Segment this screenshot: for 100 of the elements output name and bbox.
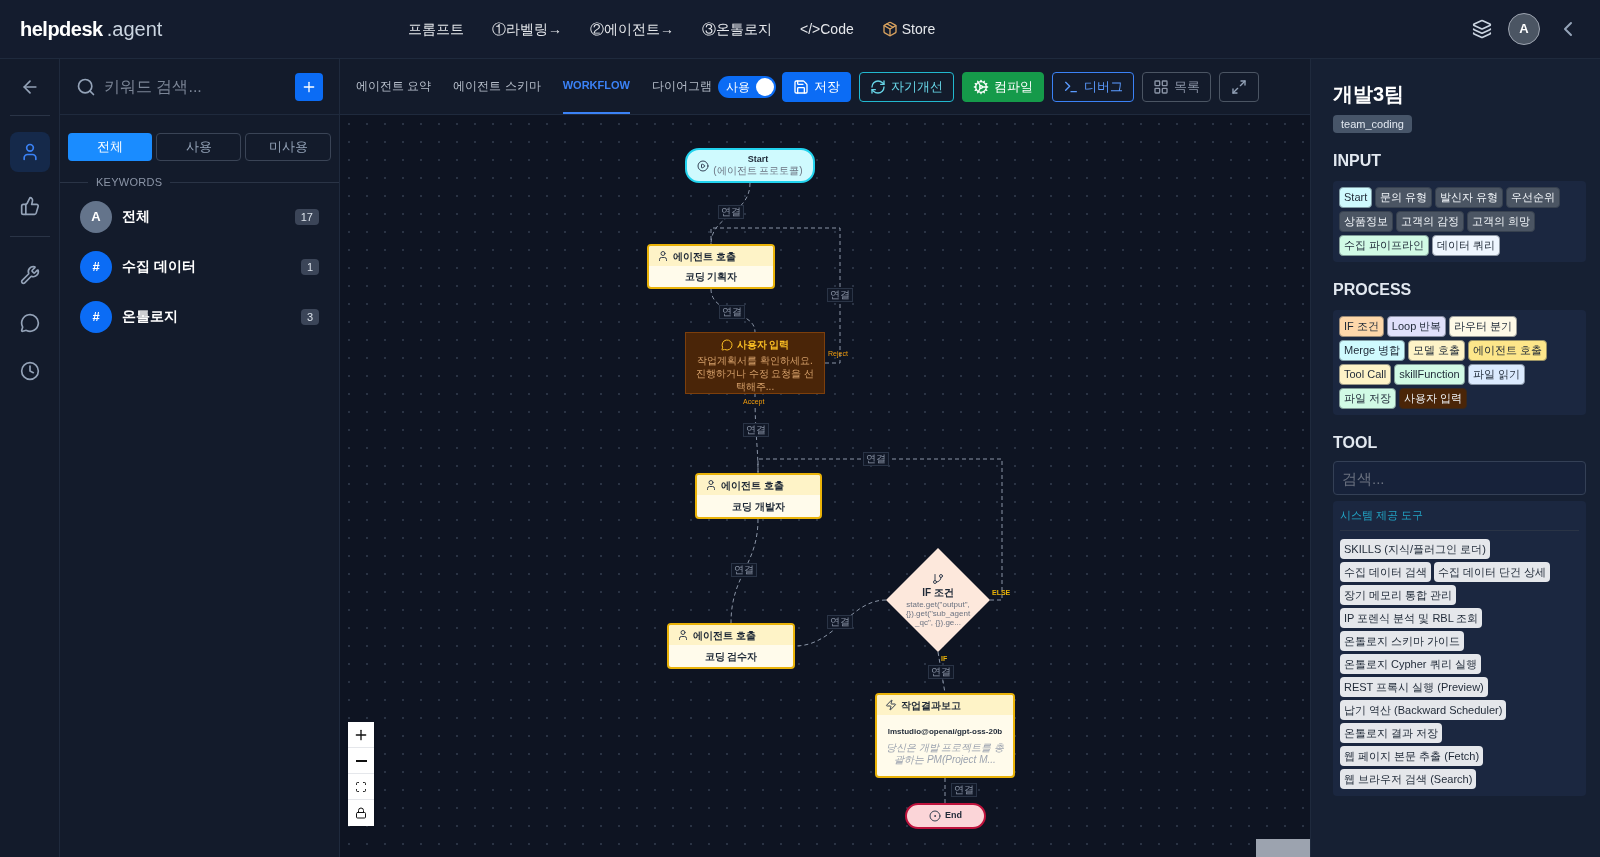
- view-tab[interactable]: 에이전트 요약: [356, 59, 432, 114]
- nav-link[interactable]: Store: [881, 18, 936, 40]
- count-badge: 1: [300, 258, 319, 275]
- node-label: 코딩 개발자: [732, 499, 785, 514]
- nav-link[interactable]: ①라벨링→: [492, 18, 562, 40]
- node-type-tag[interactable]: Tool Call: [1339, 364, 1392, 385]
- agent-node[interactable]: 에이전트 호출 코딩 기획자: [647, 244, 775, 289]
- nav-link[interactable]: </>Code: [800, 18, 854, 40]
- node-type-tag[interactable]: Start: [1339, 187, 1373, 208]
- node-type-tag[interactable]: 상품정보: [1339, 211, 1393, 232]
- lock-icon: [355, 807, 367, 819]
- toolbar-button[interactable]: 목록: [1141, 71, 1211, 102]
- logo-text: helpdesk: [20, 17, 103, 42]
- node-type-tag[interactable]: 우선순위: [1506, 187, 1561, 208]
- nav-link[interactable]: ③온톨로지: [702, 18, 772, 40]
- edge-label: 연결: [731, 563, 757, 577]
- chat-icon[interactable]: [19, 313, 40, 333]
- node-type-tag[interactable]: Merge 병합: [1339, 340, 1406, 361]
- section-title: INPUT: [1333, 151, 1382, 171]
- end-node[interactable]: End: [905, 803, 986, 829]
- node-type-tag[interactable]: IF 조건: [1339, 316, 1384, 337]
- node-type-tag[interactable]: 파일 저장: [1339, 388, 1397, 409]
- node-description: 당신은 개발 프로젝트를 총괄하는 PM(Project M...: [885, 741, 1005, 766]
- tool-group-label: 시스템 제공 도구: [1340, 501, 1579, 531]
- edge-label: 연결: [928, 665, 954, 679]
- keyword-item[interactable]: # 온톨로지 3: [80, 300, 319, 333]
- history-icon[interactable]: [19, 361, 40, 381]
- chat-icon: [720, 338, 733, 351]
- node-type-tag[interactable]: 발신자 유형: [1435, 187, 1504, 208]
- tool-chip[interactable]: IP 포렌식 분석 및 RBL 조회: [1340, 607, 1483, 628]
- filter-tab[interactable]: 미사용: [245, 133, 331, 161]
- tool-search-field[interactable]: 검색...: [1333, 461, 1586, 495]
- node-title: 사용자 입력: [736, 338, 790, 352]
- node-label: 코딩 검수자: [704, 649, 758, 664]
- condition-node[interactable]: [886, 548, 990, 652]
- keyword-search-field[interactable]: 키워드 검색...: [104, 74, 287, 99]
- node-type-tag[interactable]: Loop 반복: [1386, 316, 1447, 337]
- panel-title: 개발3팀: [1333, 82, 1406, 107]
- node-label: 코딩 기획자: [684, 270, 738, 284]
- agent-node[interactable]: 에이전트 호출 코딩 검수자: [667, 623, 795, 669]
- tool-chip[interactable]: 납기 역산 (Backward Scheduler): [1340, 699, 1507, 720]
- layers-icon[interactable]: [1472, 19, 1492, 39]
- keyword-item[interactable]: # 수집 데이터 1: [80, 250, 319, 283]
- start-node[interactable]: Start (에이전트 프로토콜): [685, 148, 815, 183]
- fullscreen-button[interactable]: [1218, 71, 1259, 102]
- node-type-tag[interactable]: 데이터 쿼리: [1432, 235, 1501, 256]
- tool-chip[interactable]: SKILLS (지식/플러그인 로더): [1340, 538, 1490, 559]
- lightning-icon: [885, 699, 897, 711]
- save-icon: [792, 78, 809, 95]
- add-button[interactable]: [295, 72, 323, 101]
- section-title: TOOL: [1333, 433, 1379, 453]
- section-label: KEYWORDS: [96, 175, 163, 190]
- user-input-node[interactable]: 사용자 입력 작업계획서를 확인하세요. 진행하거나 수정 요청을 선택해주...: [685, 332, 825, 394]
- thumbs-up-icon[interactable]: [19, 196, 40, 216]
- nav-link[interactable]: 프롬프트: [408, 18, 464, 40]
- node-type-tag[interactable]: 에이전트 호출: [1468, 340, 1548, 361]
- filter-tab[interactable]: 사용: [155, 133, 242, 161]
- node-type-tag[interactable]: 라우터 분기: [1449, 316, 1518, 337]
- node-title: 에이전트 호출: [721, 478, 784, 493]
- node-type-tag[interactable]: 파일 읽기: [1467, 364, 1525, 385]
- tool-chip[interactable]: 장기 메모리 통합 관리: [1340, 584, 1457, 605]
- keyword-name: 전체: [122, 207, 150, 226]
- edge-label: 연결: [718, 205, 744, 219]
- node-type-tag[interactable]: 사용자 입력: [1399, 388, 1468, 409]
- report-node[interactable]: 작업결과보고 lmstudio@openai/gpt-oss-20b 당신은 개발 프로젝트를 총괄하는 PM(Project M...: [875, 693, 1015, 778]
- minus-icon: [355, 759, 367, 762]
- node-description: 작업계획서를 확인하세요. 진행하거나 수정 요청을 선택해주...: [694, 354, 816, 393]
- model-name: lmstudio@openai/gpt-oss-20b: [887, 725, 1003, 738]
- node-type-tag[interactable]: 문의 유형: [1375, 187, 1433, 208]
- node-type-tag[interactable]: 수집 파이프라인: [1339, 235, 1430, 256]
- view-tab[interactable]: 에이전트 스키마: [453, 59, 541, 114]
- toolbar-button[interactable]: 저장: [781, 71, 851, 102]
- tool-chip[interactable]: 수집 데이터 단건 상세: [1434, 561, 1551, 582]
- keyword-avatar: #: [80, 250, 112, 283]
- node-type-tag[interactable]: 고객의 희망: [1467, 211, 1536, 232]
- node-subtitle: (에이전트 프로토콜): [713, 164, 803, 178]
- wrench-icon[interactable]: [19, 265, 40, 285]
- keyword-item[interactable]: A 전체 17: [80, 200, 319, 233]
- edge-label: 연결: [827, 288, 853, 302]
- toolbar-button[interactable]: 디버그: [1051, 71, 1134, 102]
- node-type-tag[interactable]: skillFunction: [1394, 364, 1465, 385]
- tool-chip[interactable]: 온톨로지 결과 저장: [1340, 722, 1443, 743]
- edge-label: 연결: [827, 615, 853, 629]
- tool-chip[interactable]: REST 프록시 실행 (Preview): [1340, 676, 1488, 697]
- count-badge: 3: [300, 308, 319, 325]
- tool-chip[interactable]: 웹 페이지 본문 추출 (Fetch): [1340, 745, 1484, 766]
- branch-icon: [932, 573, 944, 585]
- nav-link[interactable]: ②에이전트→: [590, 18, 674, 40]
- tool-chip[interactable]: 웹 브라우저 검색 (Search): [1340, 768, 1477, 789]
- toolbar-button[interactable]: 자기개선: [858, 71, 954, 102]
- node-type-tag[interactable]: 모델 호출: [1408, 340, 1466, 361]
- toggle-switch[interactable]: 사용: [717, 75, 776, 98]
- tool-chip[interactable]: 온톨로지 스키마 가이드: [1340, 630, 1465, 651]
- tool-chip[interactable]: 수집 데이터 검색: [1340, 561, 1432, 582]
- node-type-tag[interactable]: 고객의 감정: [1396, 211, 1465, 232]
- view-tab[interactable]: 다이어그램: [651, 59, 712, 114]
- toolbar-button[interactable]: 컴파일: [961, 71, 1044, 102]
- user-avatar[interactable]: A: [1508, 13, 1540, 45]
- tool-chip[interactable]: 온톨로지 Cypher 쿼리 실행: [1340, 653, 1481, 674]
- agent-node[interactable]: 에이전트 호출 코딩 개발자: [695, 473, 822, 519]
